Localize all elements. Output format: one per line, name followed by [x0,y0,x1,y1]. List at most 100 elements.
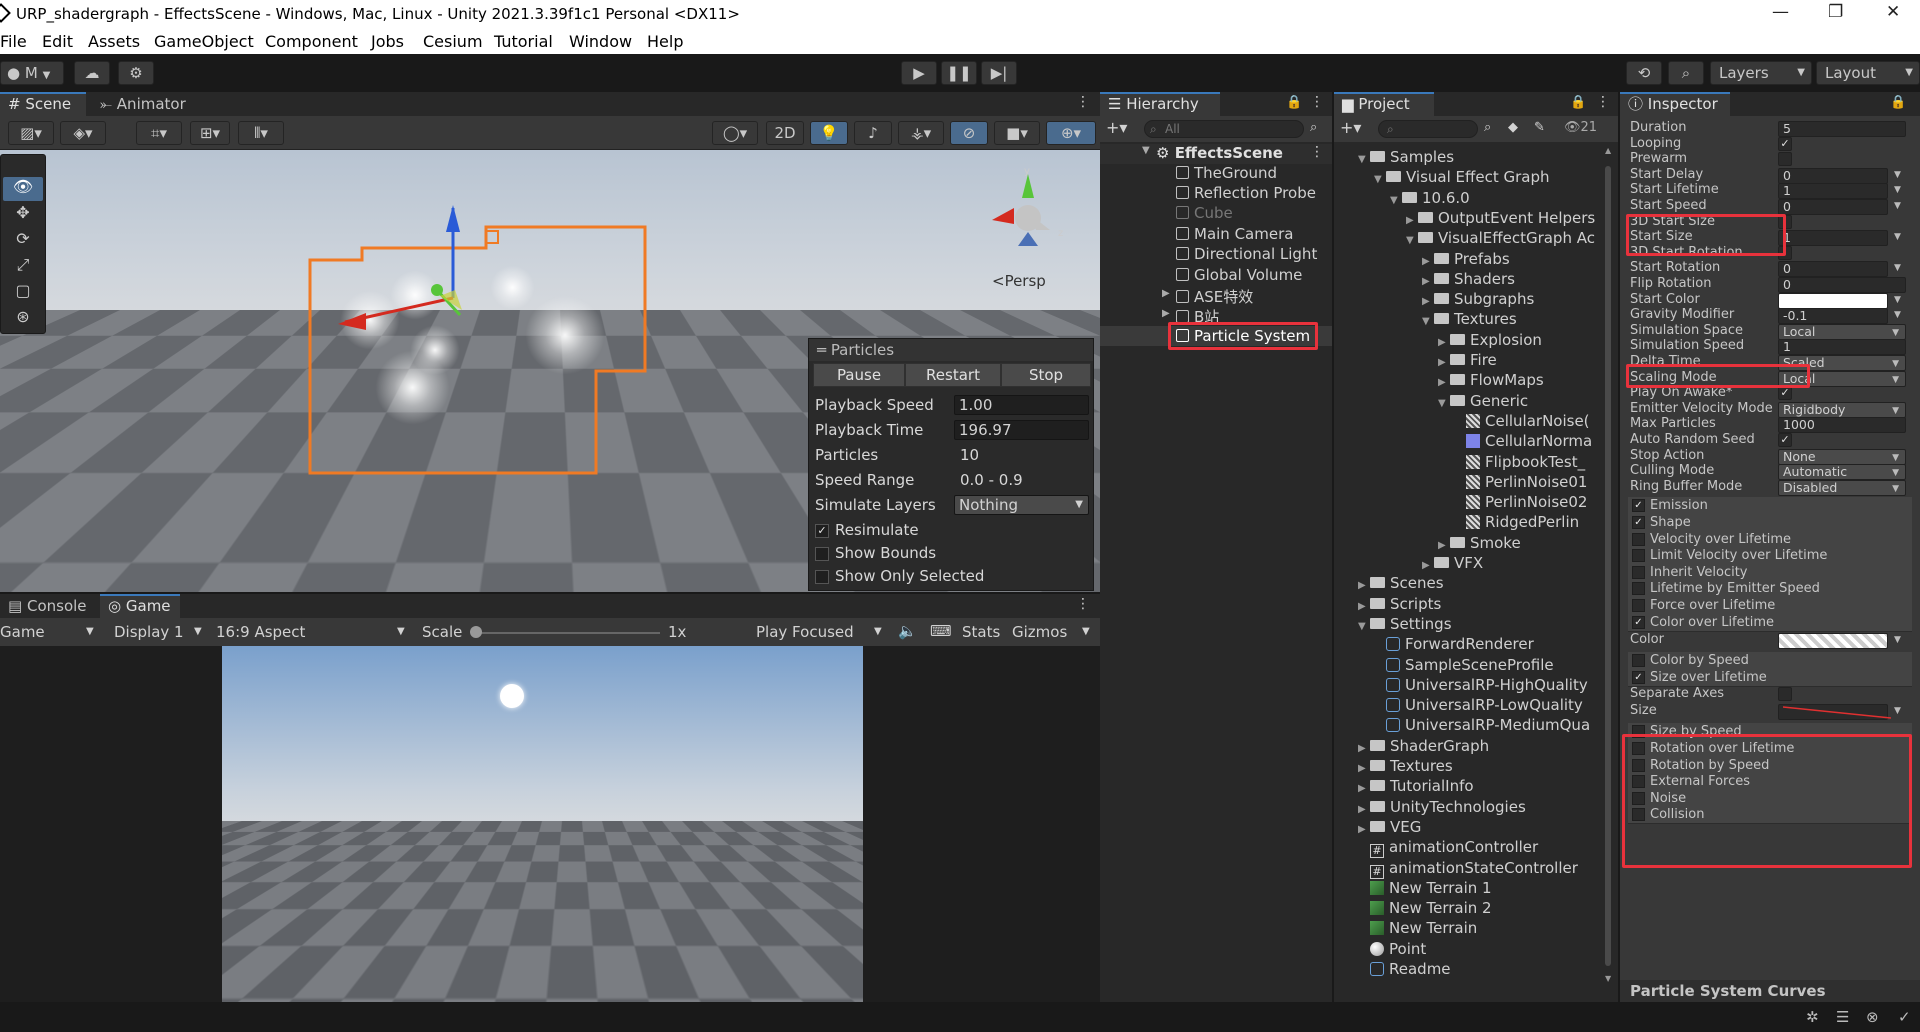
size-curve-field[interactable] [1778,704,1892,721]
expand-arrow-icon[interactable]: ▶ [1438,540,1450,551]
project-item[interactable]: ▶ UnityTechnologies [1358,798,1526,816]
keyboard-icon[interactable]: ⌨ [930,622,952,640]
project-item[interactable]: ▼ Settings [1358,615,1452,633]
tab-console[interactable]: ▤ Console [0,594,96,618]
expand-arrow-icon[interactable]: ▼ [1390,195,1402,206]
stop-button[interactable]: Stop [1001,363,1091,387]
step-button[interactable]: ▶| [981,61,1017,85]
project-item[interactable]: ▼ VisualEffectGraph Ac [1406,229,1595,247]
hidden-objects-icon[interactable]: ⊘ [950,121,988,145]
module-header[interactable]: Velocity over Lifetime [1628,530,1912,549]
module-checkbox[interactable]: ✓ [1632,615,1645,629]
project-item[interactable]: ▶ VFX [1422,554,1483,572]
scale-slider-track[interactable] [474,632,660,634]
expand-arrow-icon[interactable]: ▶ [1438,337,1450,348]
project-item[interactable]: ▶ VEG [1358,818,1421,836]
cloud-button[interactable]: ☁ [74,61,110,85]
resimulate-toggle[interactable]: ✓ Resimulate [815,521,919,539]
shading-dropdown[interactable]: ◈▾ [60,121,106,145]
hierarchy-item[interactable]: Reflection Probe [1176,184,1316,202]
panel-menu-icon[interactable]: ⋮ [1596,94,1610,110]
module-checkbox[interactable] [1632,654,1645,668]
tab-scene[interactable]: # Scene [0,92,86,116]
minimize-button[interactable]: — [1772,2,1789,22]
module-header[interactable]: Color by Speed [1628,652,1912,671]
expand-arrow-icon[interactable]: ▶ [1358,763,1370,774]
scroll-down-icon[interactable]: ▼ [1605,974,1611,983]
search-options-icon[interactable]: ⌕ [1310,120,1317,135]
network-icon[interactable]: ⊗ [1866,1008,1879,1026]
expand-arrow-icon[interactable]: ▶ [1358,601,1370,612]
inspector-select[interactable]: Local ▼ [1778,323,1906,340]
stats-button[interactable]: Stats [962,623,1000,641]
project-item[interactable]: ▶ TutorialInfo [1358,777,1474,795]
expand-arrow-icon[interactable]: ▶ [1358,743,1370,754]
expand-arrow-icon[interactable]: ▶ [1422,256,1434,267]
inspector-field-value[interactable]: 1 [1778,230,1888,247]
bug-icon[interactable]: ✲ [1806,1008,1819,1026]
project-item[interactable]: ▶ Shaders [1422,270,1515,288]
hierarchy-item[interactable]: TheGround [1176,164,1277,182]
restart-button[interactable]: Restart [905,363,1001,387]
grid-icon[interactable]: ⊞▾ [190,121,230,145]
maximize-button[interactable]: ❐ [1828,2,1843,22]
project-item[interactable]: ▼ Visual Effect Graph [1374,168,1550,186]
settings-button[interactable]: ⚙ [118,61,154,85]
project-item[interactable]: CellularNorma [1454,432,1592,450]
pause-button[interactable]: ❚❚ [941,61,977,85]
module-header[interactable]: ✓ Shape [1628,514,1912,532]
scale-tool-icon[interactable]: ⤢ [3,255,43,279]
mute-audio-icon[interactable]: 🔈 [898,622,917,640]
menu-component[interactable]: Component [265,32,358,51]
inspector-field-value[interactable]: 0 [1778,277,1906,293]
inspector-checkbox[interactable]: ✓ [1778,386,1792,401]
menu-window[interactable]: Window [569,32,632,51]
scale-slider-handle[interactable] [470,626,482,638]
expand-arrow-icon[interactable]: ▶ [1358,580,1370,591]
close-button[interactable]: ✕ [1886,2,1900,22]
draw-mode-dropdown[interactable]: ▨▾ [8,121,54,145]
menu-edit[interactable]: Edit [42,32,73,51]
project-item[interactable]: ▶ Subgraphs [1422,290,1534,308]
inspector-select[interactable]: Disabled ▼ [1778,479,1906,496]
game-view-dropdown[interactable]: Game [0,623,45,641]
module-checkbox[interactable] [1632,599,1645,612]
scroll-up-icon[interactable]: ▲ [1605,146,1611,155]
expand-arrow-icon[interactable]: ▶ [1406,215,1418,226]
curve-mode-dropdown-icon[interactable]: ▼ [1894,263,1901,273]
menu-file[interactable]: File [0,32,27,51]
curve-mode-dropdown-icon[interactable]: ▼ [1894,170,1901,180]
inspector-field-value[interactable]: 0 [1778,261,1888,278]
curve-mode-dropdown-icon[interactable]: ▼ [1894,295,1901,305]
panel-menu-icon[interactable]: ⋮ [1076,94,1090,110]
play-button[interactable]: ▶ [901,61,937,85]
grid-snap-dropdown[interactable]: ⌗▾ [136,121,182,145]
search-button[interactable]: ⌕ [1668,61,1704,85]
tab-project[interactable]: ▆ Project [1334,92,1434,116]
project-item[interactable]: UniversalRP-HighQuality [1374,676,1588,694]
project-item[interactable]: SampleSceneProfile [1374,656,1554,674]
menu-help[interactable]: Help [647,32,683,51]
project-item[interactable]: ▶ Scripts [1358,595,1441,613]
inspector-field-value[interactable]: 1 [1778,183,1888,200]
show-only-selected-toggle[interactable]: Show Only Selected [815,567,984,585]
rotate-tool-icon[interactable]: ⟳ [3,229,43,253]
inspector-field-value[interactable]: 0 [1778,199,1888,215]
lighting-toggle-icon[interactable]: 💡 [810,121,848,145]
module-checkbox[interactable]: ✓ [1632,670,1645,684]
hierarchy-item[interactable]: Global Volume [1176,266,1302,284]
project-item[interactable]: ▶ OutputEvent Helpers [1406,209,1595,227]
expand-arrow-icon[interactable]: ▶ [1358,824,1370,835]
layers-dropdown[interactable]: Layers ▼ [1710,61,1812,85]
project-item[interactable]: # animationController [1358,838,1538,859]
scene-row[interactable]: ▼ ⚙ EffectsScene ⋮ [1100,144,1332,164]
add-icon[interactable]: +▾ [1106,118,1127,137]
curve-mode-dropdown-icon[interactable]: ▼ [1894,201,1901,211]
expand-arrow-icon[interactable]: ▶ [1162,288,1170,299]
module-header[interactable]: Inherit Velocity [1628,563,1912,582]
menu-jobs[interactable]: Jobs [371,32,404,51]
project-item[interactable]: # animationStateController [1358,859,1578,879]
history-button[interactable]: ⟲ [1626,61,1662,85]
pause-button[interactable]: Pause [813,363,905,387]
expand-arrow-icon[interactable]: ▼ [1142,145,1150,156]
